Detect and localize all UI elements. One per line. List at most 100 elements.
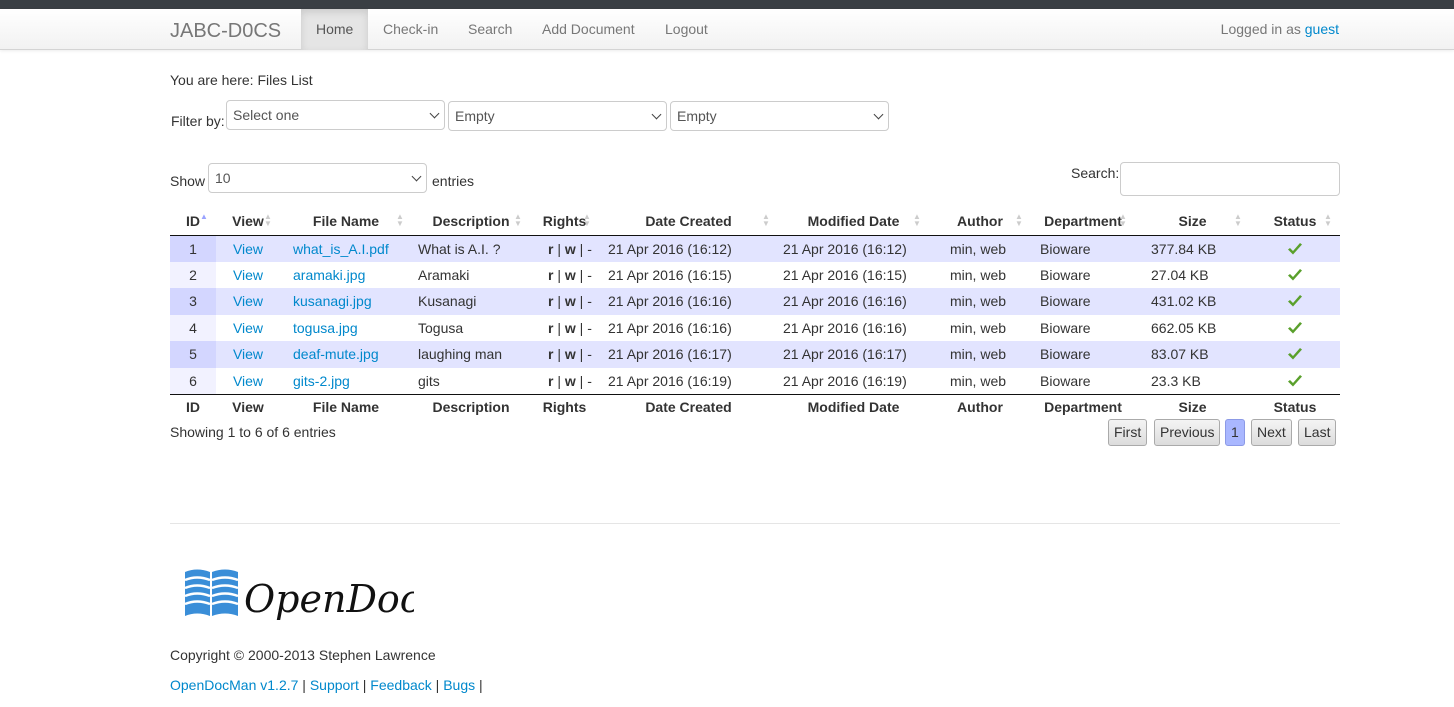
foot-id: ID: [170, 393, 216, 420]
cell-modified-date: 21 Apr 2016 (16:17): [778, 341, 929, 368]
foot-modified-date: Modified Date: [778, 393, 929, 420]
chevron-down-icon: [429, 108, 440, 119]
cell-modified-date: 21 Apr 2016 (16:12): [778, 235, 929, 262]
cell-date-created: 21 Apr 2016 (16:17): [599, 341, 778, 368]
view-link[interactable]: View: [233, 293, 263, 309]
cell-status: [1250, 341, 1340, 368]
col-header-size[interactable]: Size ▲ ▼: [1135, 208, 1250, 236]
foot-author: Author: [929, 393, 1031, 420]
chevron-down-icon: [873, 109, 884, 120]
view-link[interactable]: View: [233, 267, 263, 283]
file-name-link[interactable]: what_is_A.I.pdf: [293, 241, 389, 257]
sort-icon: ▲ ▼: [762, 212, 770, 228]
col-header-department[interactable]: Department ▲ ▼: [1031, 208, 1135, 236]
previous-page-button[interactable]: Previous: [1154, 419, 1221, 446]
cell-description: What is A.I. ?: [412, 235, 530, 262]
filter-select-3[interactable]: Empty: [670, 101, 889, 131]
next-page-button[interactable]: Next: [1251, 419, 1292, 446]
file-name-link[interactable]: aramaki.jpg: [293, 267, 365, 283]
browser-top-strip: [0, 0, 1454, 9]
cell-id: 6: [170, 367, 216, 394]
col-header-date-created[interactable]: Date Created ▲ ▼: [599, 208, 778, 236]
cell-rights: r | w | -: [530, 288, 599, 315]
brand[interactable]: JABC-D0CS: [170, 20, 281, 43]
view-link[interactable]: View: [233, 373, 263, 389]
col-header-view[interactable]: View ▲ ▼: [216, 208, 280, 236]
table-row: 5 View deaf-mute.jpg laughing man r | w | -2…: [170, 341, 1340, 368]
view-link[interactable]: View: [233, 346, 263, 362]
breadcrumb: You are here: Files List: [170, 72, 313, 88]
version-link[interactable]: OpenDocMan v1.2.7: [170, 677, 298, 693]
check-icon: [1250, 374, 1340, 388]
cell-department: Bioware: [1031, 367, 1135, 394]
sort-icon: ▲ ▼: [1324, 212, 1332, 228]
check-icon: [1250, 321, 1340, 335]
cell-id: 2: [170, 261, 216, 288]
view-link[interactable]: View: [233, 320, 263, 336]
filter-label: Filter by:: [171, 113, 225, 129]
table-row: 6 View gits-2.jpg gits r | w | - 21 Apr 2016 …: [170, 367, 1340, 394]
cell-rights: r | w | -: [530, 367, 599, 394]
cell-date-created: 21 Apr 2016 (16:12): [599, 235, 778, 262]
col-header-modified-date[interactable]: Modified Date ▲ ▼: [778, 208, 929, 236]
cell-modified-date: 21 Apr 2016 (16:19): [778, 367, 929, 394]
last-page-button[interactable]: Last: [1298, 419, 1337, 446]
nav-search[interactable]: Search: [453, 9, 527, 50]
cell-status: [1250, 261, 1340, 288]
book-icon: [184, 569, 239, 616]
cell-rights: r | w | -: [530, 314, 599, 341]
sort-icon: ▲ ▼: [913, 212, 921, 228]
current-page-button[interactable]: 1: [1225, 419, 1245, 446]
bugs-link[interactable]: Bugs: [443, 677, 475, 693]
logged-in-label: Logged in as: [1220, 21, 1301, 37]
col-header-file-name[interactable]: File Name ▲ ▼: [280, 208, 412, 236]
search-input[interactable]: [1120, 162, 1340, 196]
feedback-link[interactable]: Feedback: [370, 677, 431, 693]
cell-id: 5: [170, 341, 216, 368]
nav-home[interactable]: Home: [301, 9, 369, 50]
col-header-author[interactable]: Author ▲ ▼: [929, 208, 1031, 236]
sort-icon: ▲ ▼: [583, 212, 591, 228]
foot-department: Department: [1031, 393, 1135, 420]
user-link[interactable]: guest: [1305, 21, 1339, 37]
sort-icon: ▲ ▼: [1015, 212, 1023, 228]
nav-add-document[interactable]: Add Document: [527, 9, 650, 50]
nav-logout[interactable]: Logout: [650, 9, 723, 50]
file-name-link[interactable]: kusanagi.jpg: [293, 293, 372, 309]
cell-description: Aramaki: [412, 261, 530, 288]
chevron-down-icon: [651, 109, 662, 120]
entries-label: entries: [432, 173, 475, 189]
col-header-rights[interactable]: Rights ▲ ▼: [530, 208, 599, 236]
col-header-description[interactable]: Description ▲ ▼: [412, 208, 530, 236]
foot-size: Size: [1135, 393, 1250, 420]
cell-description: gits: [412, 367, 530, 394]
filter-select-1[interactable]: Select one: [226, 100, 445, 130]
support-link[interactable]: Support: [310, 677, 359, 693]
sort-asc-icon: ▲: [200, 212, 208, 221]
file-name-link[interactable]: gits-2.jpg: [293, 373, 350, 389]
file-name-link[interactable]: deaf-mute.jpg: [293, 346, 379, 362]
filter-select-1-value: Select one: [233, 107, 300, 123]
cell-modified-date: 21 Apr 2016 (16:15): [778, 261, 929, 288]
view-link[interactable]: View: [233, 241, 263, 257]
filter-select-2[interactable]: Empty: [448, 101, 667, 131]
check-icon: [1250, 347, 1340, 361]
search-label: Search:: [1071, 165, 1120, 181]
table-row: 3 View kusanagi.jpg Kusanagi r | w | -21 Apr…: [170, 288, 1340, 315]
footer-links: OpenDocMan v1.2.7 | Support | Feedback |…: [170, 677, 483, 693]
col-header-status[interactable]: Status ▲ ▼: [1250, 208, 1340, 236]
filter-select-2-value: Empty: [455, 108, 495, 124]
table-row: 4 View togusa.jpg Togusa r | w | -21 Apr 201…: [170, 314, 1340, 341]
entries-length-select[interactable]: 10: [208, 163, 427, 193]
first-page-button[interactable]: First: [1108, 419, 1148, 446]
nav-check-in[interactable]: Check-in: [368, 9, 453, 50]
cell-id: 4: [170, 314, 216, 341]
file-name-link[interactable]: togusa.jpg: [293, 320, 358, 336]
sort-icon: ▲ ▼: [264, 212, 272, 228]
cell-department: Bioware: [1031, 261, 1135, 288]
cell-rights: r | w | -: [530, 341, 599, 368]
cell-description: Kusanagi: [412, 288, 530, 315]
logo-wordmark: OpenDocMan: [244, 577, 414, 621]
cell-author: min, web: [929, 341, 1031, 368]
col-header-id[interactable]: ID ▲: [170, 208, 216, 236]
